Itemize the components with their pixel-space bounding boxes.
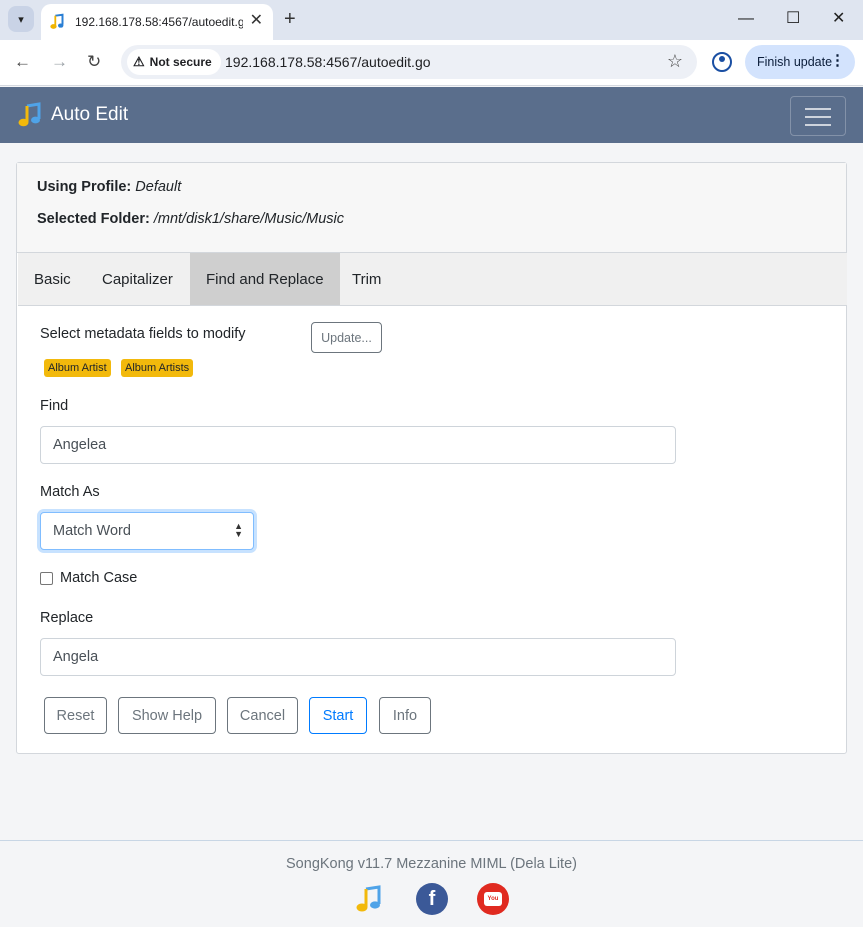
tab-search-dropdown-icon[interactable]: ▾ (8, 6, 34, 32)
finish-update-button[interactable]: Finish update ⋮ (745, 45, 855, 79)
forward-icon[interactable]: → (51, 52, 68, 72)
info-button[interactable]: Info (379, 697, 431, 734)
songkong-logo-icon[interactable] (17, 101, 45, 129)
find-input[interactable]: Angelea (40, 426, 676, 464)
new-tab-icon[interactable]: + (284, 8, 296, 30)
match-as-select[interactable]: Match Word ▲ ▼ (40, 512, 254, 550)
address-bar[interactable]: ⚠ Not secure 192.168.178.58:4567/autoedi… (121, 45, 697, 79)
field-badge: Album Artist (44, 359, 111, 377)
browser-toolbar: ← → ↻ ⚠ Not secure 192.168.178.58:4567/a… (0, 40, 863, 86)
using-profile-label: Using Profile: (37, 179, 132, 195)
navbar-brand[interactable]: Auto Edit (51, 104, 128, 126)
replace-label: Replace (40, 610, 94, 626)
reload-icon[interactable]: ↻ (87, 52, 101, 72)
close-tab-icon[interactable]: ✕ (250, 12, 263, 30)
footer: SongKong v11.7 Mezzanine MIML (Dela Lite… (0, 840, 863, 927)
match-case-label[interactable]: Match Case (60, 570, 137, 586)
hamburger-line (805, 116, 831, 118)
facebook-icon[interactable]: f (416, 883, 448, 915)
show-help-button[interactable]: Show Help (118, 697, 216, 734)
youtube-label: You Tube (484, 892, 502, 916)
tab-find-and-replace[interactable]: Find and Replace (190, 253, 340, 305)
match-as-label: Match As (40, 484, 100, 500)
songkong-favicon-icon (50, 13, 64, 29)
menu-toggle-button[interactable] (790, 96, 846, 136)
cancel-button[interactable]: Cancel (227, 697, 298, 734)
tab-label: Capitalizer (102, 270, 173, 288)
folder-info: Selected Folder: /mnt/disk1/share/Music/… (37, 211, 344, 227)
url-text[interactable]: 192.168.178.58:4567/autoedit.go (225, 54, 431, 70)
songkong-footer-logo-icon[interactable] (354, 883, 386, 915)
tab-label: Trim (352, 270, 382, 288)
warning-icon: ⚠ (133, 54, 145, 69)
version-text: SongKong v11.7 Mezzanine MIML (Dela Lite… (286, 856, 577, 872)
start-button[interactable]: Start (309, 697, 367, 734)
tab-trim[interactable]: Trim (336, 253, 397, 305)
youtube-icon[interactable]: You Tube (477, 883, 509, 916)
select-arrows-icon: ▲ ▼ (234, 521, 243, 539)
tab-title: 192.168.178.58:4567/autoedit.go (75, 15, 243, 29)
match-case-checkbox[interactable] (40, 572, 53, 585)
bookmark-star-icon[interactable]: ☆ (667, 51, 683, 72)
edit-tabs: Basic Capitalizer Find and Replace Trim (18, 253, 847, 306)
fields-label: Select metadata fields to modify (40, 326, 246, 342)
field-badge: Album Artists (121, 359, 194, 377)
browser-tabstrip: ▾ 192.168.178.58:4567/autoedit.go ✕ + — … (0, 0, 863, 40)
app-navbar: Auto Edit (0, 87, 863, 143)
site-security-chip[interactable]: ⚠ Not secure (127, 49, 221, 75)
tab-capitalizer[interactable]: Capitalizer (86, 253, 189, 305)
tab-label: Find and Replace (206, 270, 324, 288)
auto-edit-card: Using Profile: Default Selected Folder: … (16, 162, 847, 754)
update-fields-button[interactable]: Update... (311, 322, 382, 353)
tab-label: Basic (34, 270, 71, 288)
browser-tab[interactable]: 192.168.178.58:4567/autoedit.go ✕ (41, 4, 273, 40)
profile-icon[interactable] (712, 52, 732, 72)
back-icon[interactable]: ← (14, 52, 31, 72)
find-label: Find (40, 398, 69, 414)
profile-info: Using Profile: Default (37, 179, 181, 195)
card-header: Using Profile: Default Selected Folder: … (17, 163, 846, 253)
security-label: Not secure (149, 55, 212, 69)
hamburger-line (805, 124, 831, 126)
maximize-icon[interactable]: ☐ (786, 8, 800, 30)
tab-basic[interactable]: Basic (18, 253, 87, 305)
using-profile-value: Default (135, 179, 182, 195)
match-as-value: Match Word (53, 523, 131, 539)
hamburger-line (805, 108, 831, 110)
reset-button[interactable]: Reset (44, 697, 107, 734)
finish-update-label: Finish update (757, 55, 833, 69)
selected-folder-value: /mnt/disk1/share/Music/Music (153, 211, 345, 227)
more-menu-icon[interactable]: ⋮ (830, 53, 845, 69)
replace-input[interactable]: Angela (40, 638, 676, 676)
selected-folder-label: Selected Folder: (37, 211, 150, 227)
close-window-icon[interactable]: ✕ (832, 8, 845, 30)
minimize-icon[interactable]: — (738, 8, 754, 30)
